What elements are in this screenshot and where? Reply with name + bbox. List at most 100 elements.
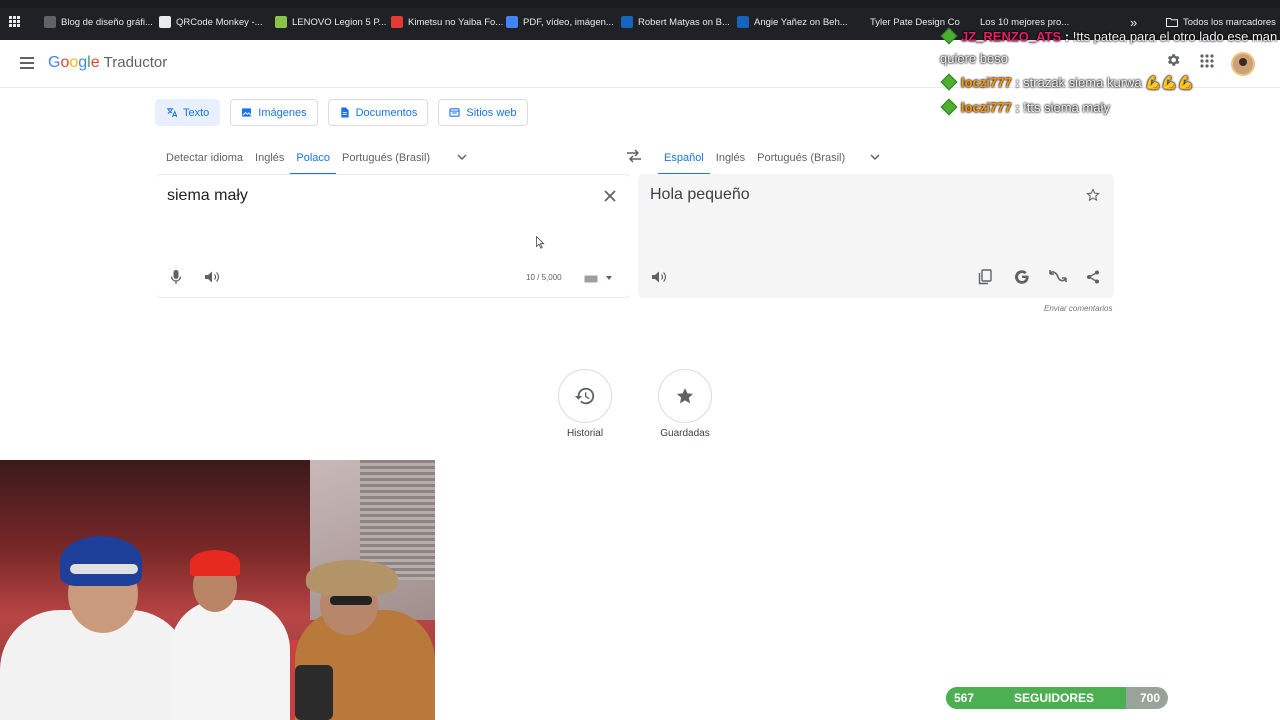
menu-icon[interactable] (20, 57, 34, 69)
bookmark-label: Blog de diseño gráfi... (61, 16, 153, 28)
share-icon[interactable] (1086, 270, 1100, 284)
target-language-option[interactable]: Español (658, 143, 710, 175)
saved-label: Guardadas (660, 428, 710, 439)
bookmark-favicon-icon (506, 16, 518, 28)
mode-tab-3[interactable]: Sitios web (438, 99, 528, 126)
chevron-down-icon[interactable] (869, 151, 881, 163)
bookmark-item[interactable]: Robert Matyas on B... (621, 13, 730, 31)
person-middle-hat (190, 550, 240, 576)
bookmark-favicon-icon (621, 16, 633, 28)
mode-tab-label: Sitios web (466, 106, 517, 119)
mode-tab-1[interactable]: Imágenes (230, 99, 318, 126)
bookmark-item[interactable]: PDF, vídeo, imágen... (506, 13, 614, 31)
mode-tabs: Texto Imágenes Documentos Sitios web (155, 99, 528, 126)
bookmark-favicon-icon (391, 16, 403, 28)
chat-message: loczi777 : strazak siema kurwa 💪💪💪 (940, 73, 1194, 91)
star-filled-icon (676, 388, 694, 404)
edit-translation-icon[interactable] (1048, 269, 1068, 285)
webcam-overlay (0, 460, 435, 720)
bookmark-item[interactable]: QRCode Monkey -... (159, 13, 263, 31)
translate-icon (166, 107, 177, 118)
document-icon (340, 107, 349, 118)
chevron-down-icon[interactable] (456, 151, 468, 163)
bookmark-favicon-icon (44, 16, 56, 28)
bookmark-item[interactable]: Blog de diseño gráfi... (44, 13, 153, 31)
bookmark-label: PDF, vídeo, imágen... (523, 16, 614, 28)
followers-goal-bar: 567 SEGUIDORES 700 (946, 687, 1168, 709)
source-panel: siema mały 10 / 5,000 (155, 174, 631, 298)
history-icon (574, 387, 595, 405)
bookmark-favicon-icon (275, 16, 287, 28)
mode-tab-2[interactable]: Documentos (327, 99, 429, 126)
person-right-cowboy-hat (306, 560, 398, 596)
bookmark-favicon-icon (737, 16, 749, 28)
bookmark-label: Angie Yañez on Beh... (754, 16, 848, 28)
send-feedback-link[interactable]: Enviar comentarios (1044, 304, 1112, 313)
keyboard-icon[interactable] (584, 275, 598, 283)
person-middle-shirt (170, 600, 290, 720)
translation-panel: Hola pequeño (638, 174, 1114, 298)
google-g-icon[interactable] (1014, 269, 1030, 285)
chevron-down-icon[interactable] (606, 276, 612, 281)
chat-message: JZ_RENZO_ATS : !tts patea para el otro l… (940, 26, 1280, 70)
chat-badge-icon (940, 73, 958, 91)
chat-text: strazak siema kurwa 💪💪💪 (1023, 75, 1194, 90)
bookmark-favicon-icon (159, 16, 171, 28)
google-translate-logo[interactable]: Google Traductor (48, 54, 167, 72)
tab-strip (0, 0, 1280, 8)
chat-username: JZ_RENZO_ATS (961, 29, 1062, 44)
google-wordmark: Google (48, 54, 100, 71)
mode-tab-label: Imágenes (258, 106, 307, 119)
source-language-option[interactable]: Detectar idioma (160, 143, 249, 173)
chat-badge-icon (940, 27, 958, 45)
bookmark-item[interactable]: LENOVO Legion 5 P... (275, 13, 386, 31)
chat-separator: : (1011, 75, 1024, 90)
followers-label: SEGUIDORES (1014, 691, 1095, 705)
chat-message: loczi777 : !tts siema mały (940, 98, 1110, 116)
person-left-cap (60, 536, 142, 586)
target-language-option[interactable]: Portugués (Brasil) (751, 143, 851, 173)
bookmark-item[interactable]: Kimetsu no Yaiba Fo... (391, 13, 503, 31)
source-text-input[interactable]: siema mały (167, 187, 248, 205)
clear-text-icon[interactable] (604, 190, 616, 202)
bookmark-favicon-icon (853, 16, 865, 28)
source-language-bar: Detectar idioma Inglés Polaco Portugués (Br… (160, 143, 436, 175)
bookmark-label: QRCode Monkey -... (176, 16, 263, 28)
target-language-bar: Español Inglés Portugués (Brasil) (658, 143, 851, 175)
image-icon (242, 108, 252, 117)
followers-goal: 700 (1140, 691, 1161, 705)
mouse-cursor-icon (536, 236, 545, 249)
chat-username: loczi777 (961, 75, 1012, 90)
mode-tab-label: Texto (183, 106, 210, 119)
source-language-option[interactable]: Inglés (249, 143, 290, 173)
chat-separator: : (1011, 100, 1024, 115)
speaker-icon[interactable] (651, 270, 667, 284)
source-language-option[interactable]: Portugués (Brasil) (336, 143, 436, 173)
history-button[interactable] (558, 369, 612, 423)
chat-username: loczi777 (961, 100, 1012, 115)
mode-tab-label: Documentos (355, 106, 418, 119)
bookmark-item[interactable]: Angie Yañez on Beh... (737, 13, 848, 31)
character-counter: 10 / 5,000 (526, 273, 562, 282)
web-icon (449, 108, 461, 117)
chat-separator: : (1061, 29, 1073, 44)
translation-output: Hola pequeño (650, 186, 750, 203)
person-left-sunglasses (70, 564, 138, 574)
person-right-sunglasses (330, 596, 372, 605)
copy-icon[interactable] (978, 269, 992, 285)
speaker-icon[interactable] (204, 270, 220, 284)
history-label: Historial (566, 428, 604, 439)
chat-badge-icon (940, 98, 958, 116)
target-language-option[interactable]: Inglés (710, 143, 751, 173)
saved-button[interactable] (658, 369, 712, 423)
microphone-icon[interactable] (170, 269, 182, 285)
mode-tab-0[interactable]: Texto (155, 99, 221, 126)
product-name: Traductor (103, 54, 168, 71)
bookmark-label: Robert Matyas on B... (638, 16, 730, 28)
webcam-bottle (295, 665, 333, 720)
swap-languages-icon[interactable] (626, 149, 642, 163)
bookmark-label: LENOVO Legion 5 P... (292, 16, 387, 28)
chat-text: !tts siema mały (1023, 100, 1110, 115)
star-outline-icon[interactable] (1086, 188, 1100, 202)
source-language-option[interactable]: Polaco (290, 143, 336, 175)
